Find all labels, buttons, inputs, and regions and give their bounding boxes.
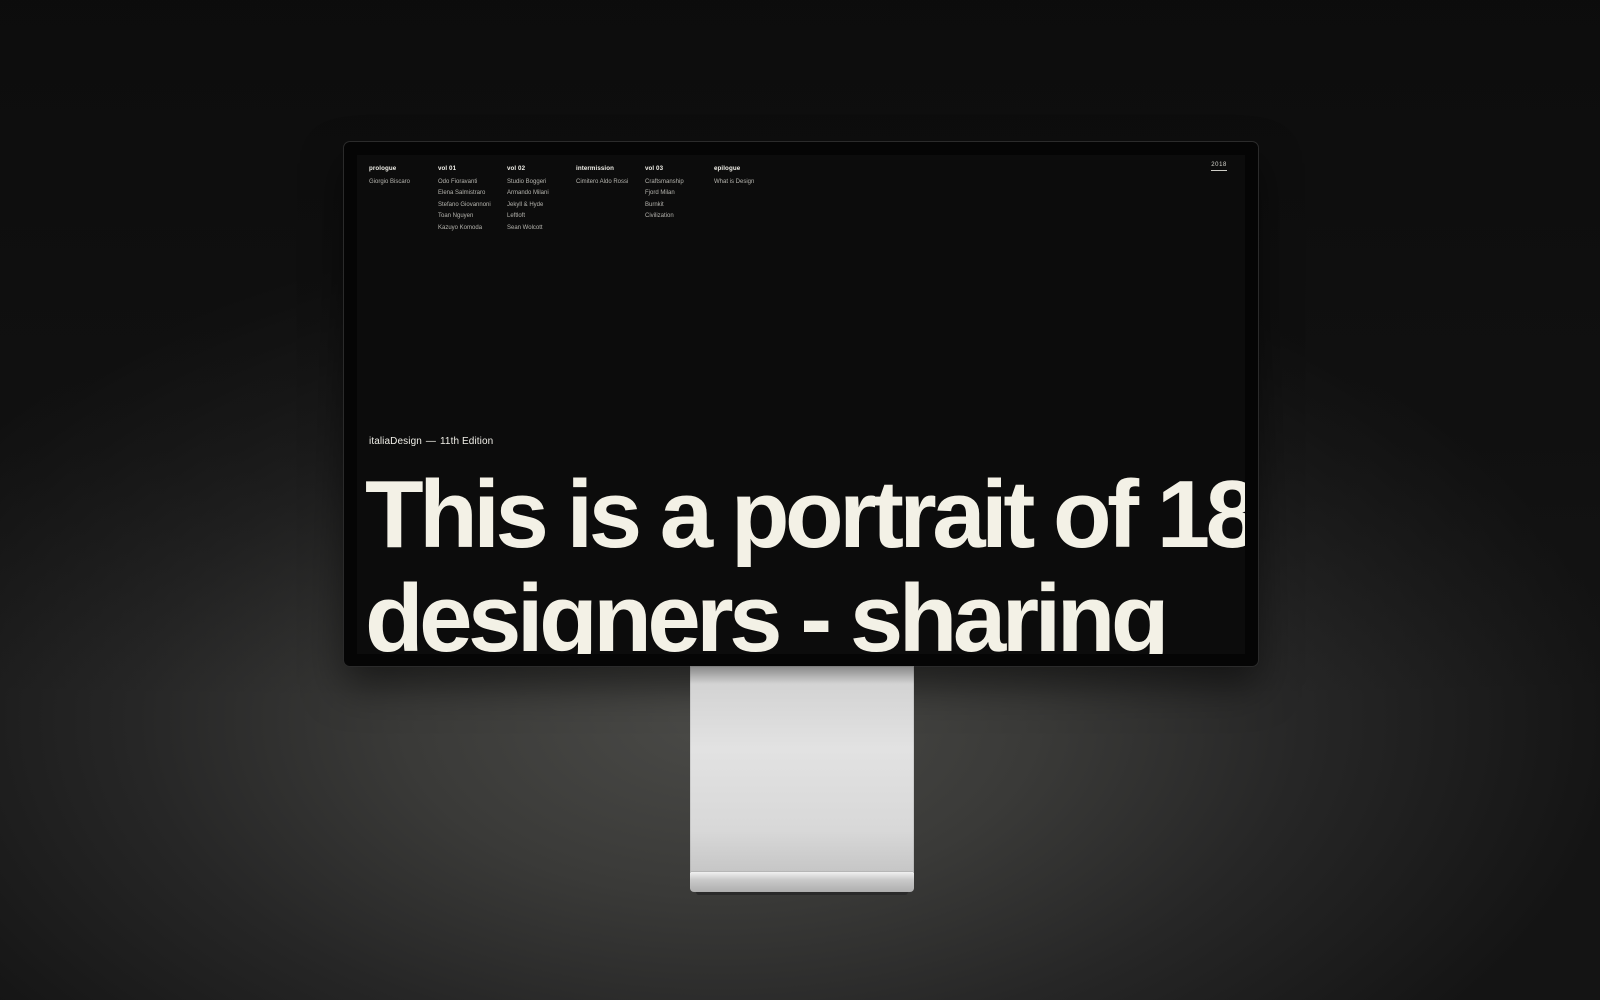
nav-link-burnkit[interactable]: Burnkit	[645, 200, 714, 211]
nav-link-studio-boggeri[interactable]: Studio Boggeri	[507, 177, 576, 188]
edition-dash: —	[425, 436, 437, 447]
edition-brand: italiaDesign	[369, 436, 422, 447]
nav-column-vol-02: vol 02 Studio Boggeri Armando Milani Jek…	[507, 165, 576, 234]
nav-column-vol-03: vol 03 Craftsmanship Fjord Milan Burnkit…	[645, 165, 714, 234]
nav-link-leftloft[interactable]: Leftloft	[507, 211, 576, 222]
nav-link-civilization[interactable]: Civilization	[645, 211, 714, 222]
nav-column-prologue: prologue Giorgio Biscaro	[369, 165, 438, 234]
headline-line-1: This is a portrait of 18	[365, 461, 1245, 568]
nav-link-jekyll-hyde[interactable]: Jekyll & Hyde	[507, 200, 576, 211]
hero-headline: This is a portrait of 18 designers - sha…	[365, 461, 1245, 655]
nav-link-craftsmanship[interactable]: Craftsmanship	[645, 177, 714, 188]
nav-link-toan-nguyen[interactable]: Toan Nguyen	[438, 211, 507, 222]
nav-heading-vol-02[interactable]: vol 02	[507, 165, 576, 172]
nav-link-elena-salmistraro[interactable]: Elena Salmistraro	[438, 188, 507, 199]
nav-link-kazuyo-komoda[interactable]: Kazuyo Komoda	[438, 223, 507, 234]
nav-column-intermission: intermission Cimitero Aldo Rossi	[576, 165, 645, 234]
nav-link-fjord-milan[interactable]: Fjord Milan	[645, 188, 714, 199]
nav-heading-intermission[interactable]: intermission	[576, 165, 645, 172]
top-navigation: prologue Giorgio Biscaro vol 01 Odo Fior…	[369, 165, 783, 234]
year-label[interactable]: 2018	[1211, 162, 1227, 171]
nav-link-odo-fioravanti[interactable]: Odo Fioravanti	[438, 177, 507, 188]
website-screen: prologue Giorgio Biscaro vol 01 Odo Fior…	[357, 155, 1245, 654]
nav-link-armando-milani[interactable]: Armando Milani	[507, 188, 576, 199]
headline-line-2: designers - sharing	[365, 565, 1170, 655]
monitor-stand-base	[690, 872, 914, 895]
nav-link-cimitero-aldo-rossi[interactable]: Cimitero Aldo Rossi	[576, 177, 645, 188]
nav-column-vol-01: vol 01 Odo Fioravanti Elena Salmistraro …	[438, 165, 507, 234]
nav-column-epilogue: epilogue What is Design	[714, 165, 783, 234]
nav-link-giorgio-biscaro[interactable]: Giorgio Biscaro	[369, 177, 438, 188]
nav-heading-vol-03[interactable]: vol 03	[645, 165, 714, 172]
nav-link-what-is-design[interactable]: What is Design	[714, 177, 783, 188]
nav-heading-prologue[interactable]: prologue	[369, 165, 438, 172]
nav-link-sean-wolcott[interactable]: Sean Wolcott	[507, 223, 576, 234]
edition-label: italiaDesign —11th Edition	[369, 436, 493, 447]
background-scene: prologue Giorgio Biscaro vol 01 Odo Fior…	[0, 0, 1600, 1000]
edition-number: 11th Edition	[440, 436, 494, 447]
monitor-display: prologue Giorgio Biscaro vol 01 Odo Fior…	[344, 142, 1258, 666]
nav-heading-vol-01[interactable]: vol 01	[438, 165, 507, 172]
nav-link-stefano-giovannoni[interactable]: Stefano Giovannoni	[438, 200, 507, 211]
nav-heading-epilogue[interactable]: epilogue	[714, 165, 783, 172]
monitor-stand	[690, 666, 914, 872]
